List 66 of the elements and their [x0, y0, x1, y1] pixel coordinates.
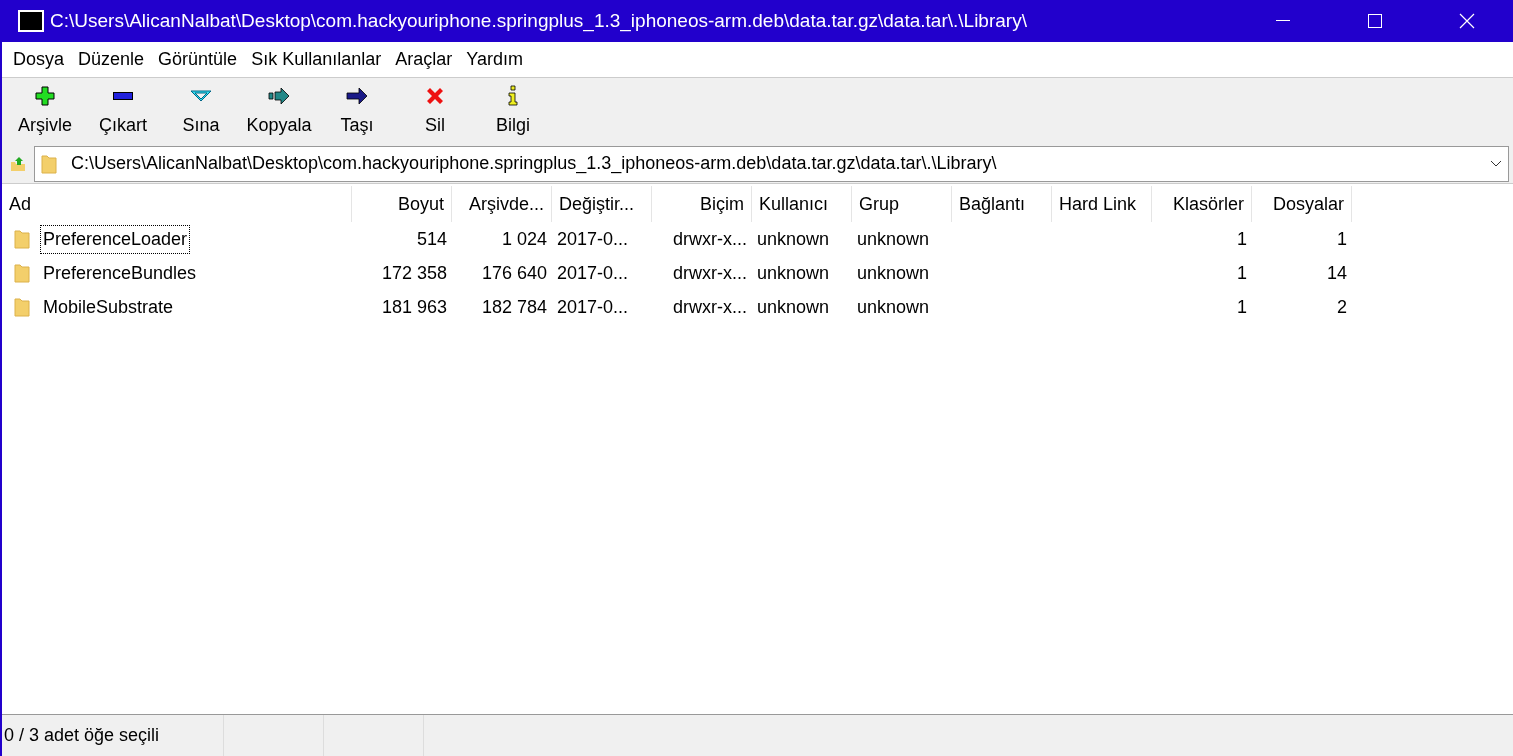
column-header[interactable]: Ad: [2, 186, 352, 222]
table-cell-text: 1 024: [501, 227, 547, 251]
plus-icon: [33, 83, 57, 108]
table-cell-text: unknown: [757, 227, 830, 251]
table-cell-text: 2017-0...: [557, 295, 629, 319]
close-icon: [1459, 13, 1475, 29]
column-header[interactable]: Klasörler: [1152, 186, 1252, 222]
menu-item[interactable]: Düzenle: [76, 46, 147, 73]
address-field[interactable]: C:\Users\AlicanNalbat\Desktop\com.hackyouriphone.springplus_1.3_iphoneos-arm.deb\data.tar.gz\data.tar\.\Library\: [34, 145, 1509, 182]
chevron-down-icon: [1490, 159, 1502, 168]
folder-icon: [14, 297, 30, 317]
table-cell-text: 2017-0...: [557, 227, 629, 251]
table-cell-text: unknown: [857, 295, 930, 319]
column-header[interactable]: Arşivde...: [452, 186, 552, 222]
file-name[interactable]: PreferenceLoader: [40, 224, 191, 254]
column-header[interactable]: Değiştir...: [552, 186, 652, 222]
column-header[interactable]: Biçim: [652, 186, 752, 222]
table-cell-text: 1: [1237, 261, 1247, 285]
table-cell-text: drwxr-x...: [673, 261, 747, 285]
table-cell-text: 2017-0...: [557, 261, 629, 285]
menu-item[interactable]: Yardım: [464, 46, 525, 73]
column-header[interactable]: Boyut: [352, 186, 452, 222]
folder-icon: [14, 263, 30, 283]
window-title: C:\Users\AlicanNalbat\Desktop\com.hackyouriphone.springplus_1.3_iphoneos-arm.deb\data.tar.gz\data.tar\.\Library\: [50, 8, 1027, 34]
toolbar-button[interactable]: Sil: [396, 78, 474, 144]
menu-item[interactable]: Sık Kullanılanlar: [249, 46, 384, 73]
toolbar-button[interactable]: Bilgi: [474, 78, 552, 144]
file-name[interactable]: MobileSubstrate: [40, 292, 177, 322]
table-cell-text: 2: [1337, 295, 1347, 319]
table-cell-text: unknown: [757, 295, 830, 319]
table-cell-text: unknown: [757, 261, 830, 285]
column-header[interactable]: Bağlantı: [952, 186, 1052, 222]
menu-item[interactable]: Dosya: [11, 46, 67, 73]
minimize-icon: [1276, 20, 1290, 22]
folder-icon: [41, 153, 57, 174]
folder-icon: [14, 229, 30, 249]
table-cell-text: unknown: [857, 261, 930, 285]
toolbar-button[interactable]: Çıkart: [84, 78, 162, 144]
column-header[interactable]: Dosyalar: [1252, 186, 1352, 222]
table-cell-text: 176 640: [481, 261, 547, 285]
table-cell-text: 514: [416, 227, 447, 251]
menu-item[interactable]: Araçlar: [393, 46, 455, 73]
column-header[interactable]: Hard Link: [1052, 186, 1152, 222]
maximize-icon: [1368, 14, 1382, 28]
toolbar-button[interactable]: Arşivle: [6, 78, 84, 144]
column-header[interactable]: Grup: [852, 186, 952, 222]
table-cell-text: 172 358: [381, 261, 447, 285]
table-cell-text: drwxr-x...: [673, 227, 747, 251]
file-name[interactable]: PreferenceBundles: [40, 258, 200, 288]
toolbar-button[interactable]: Taşı: [318, 78, 396, 144]
toolbar-button[interactable]: Sına: [162, 78, 240, 144]
table-cell-text: 1: [1237, 295, 1247, 319]
table-cell-text: 14: [1326, 261, 1347, 285]
table-cell-text: unknown: [857, 227, 930, 251]
table-cell-text: 1: [1237, 227, 1247, 251]
table-cell-text: drwxr-x...: [673, 295, 747, 319]
table-cell-text: 182 784: [481, 295, 547, 319]
menu-item[interactable]: Görüntüle: [156, 46, 240, 73]
table-cell-text: 1: [1337, 227, 1347, 251]
column-header[interactable]: Kullanıcı: [752, 186, 852, 222]
table-cell-text: 181 963: [381, 295, 447, 319]
status-text: 0 / 3 adet öğe seçili: [2, 715, 224, 756]
minus-icon: [113, 91, 133, 100]
app-logo-icon: [18, 10, 44, 32]
toolbar-button[interactable]: Kopyala: [240, 78, 318, 144]
folder-up-arrow-icon: [10, 155, 26, 172]
